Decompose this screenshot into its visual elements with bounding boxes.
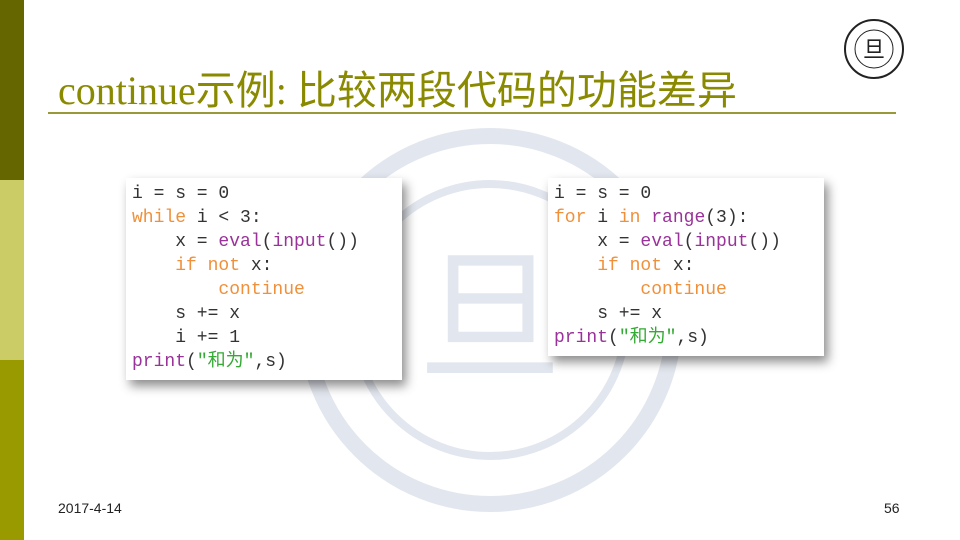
code-token: x: xyxy=(240,256,273,276)
code-token: continue xyxy=(640,280,727,300)
title-underline xyxy=(48,112,896,114)
code-token: print xyxy=(554,328,609,348)
code-line: while i < 3: xyxy=(132,206,396,230)
code-token: i xyxy=(586,208,619,228)
code-line: if not x: xyxy=(132,254,396,278)
code-line: s += x xyxy=(554,302,818,326)
code-token: in xyxy=(618,208,641,228)
code-token: while xyxy=(132,208,187,228)
side-bar-bottom xyxy=(0,360,24,540)
code-block-for: i = s = 0 for i in range(3): x = eval(inp… xyxy=(548,178,824,356)
slide-title: continue示例: 比较两段代码的功能差异 xyxy=(58,68,737,113)
code-token: x = xyxy=(554,232,641,252)
code-token: if not xyxy=(597,256,663,276)
code-token: i += 1 xyxy=(132,328,241,348)
code-token: x: xyxy=(662,256,695,276)
code-line: s += x xyxy=(132,302,396,326)
code-token: input xyxy=(272,232,327,252)
code-token: for xyxy=(554,208,587,228)
code-token: ,s) xyxy=(676,328,709,348)
code-token: ( xyxy=(608,328,619,348)
code-token: i < 3: xyxy=(186,208,262,228)
code-token: if not xyxy=(175,256,241,276)
fudan-university-logo: 旦 xyxy=(844,19,904,79)
code-line: i += 1 xyxy=(132,326,396,350)
code-line: print("和为",s) xyxy=(132,350,396,374)
code-token: "和为" xyxy=(196,352,255,372)
code-token: s += x xyxy=(132,304,241,324)
code-token: i = s = 0 xyxy=(554,184,652,204)
code-token: x = xyxy=(132,232,219,252)
code-token: eval xyxy=(218,232,262,252)
code-token: ,s) xyxy=(254,352,287,372)
slide-date: 2017-4-14 xyxy=(58,500,122,516)
code-line: for i in range(3): xyxy=(554,206,818,230)
code-line: continue xyxy=(554,278,818,302)
code-token: "和为" xyxy=(618,328,677,348)
code-line: i = s = 0 xyxy=(554,182,818,206)
code-token: print xyxy=(132,352,187,372)
code-token: ()) xyxy=(748,232,781,252)
code-token: continue xyxy=(218,280,305,300)
code-line: continue xyxy=(132,278,396,302)
svg-text:旦: 旦 xyxy=(418,238,562,399)
code-token: ( xyxy=(683,232,695,252)
side-bar-middle xyxy=(0,180,24,360)
code-line: if not x: xyxy=(554,254,818,278)
code-token: eval xyxy=(640,232,684,252)
code-line: x = eval(input()) xyxy=(554,230,818,254)
code-line: x = eval(input()) xyxy=(132,230,396,254)
code-token: (3): xyxy=(705,208,749,228)
code-token: input xyxy=(694,232,749,252)
code-line: i = s = 0 xyxy=(132,182,396,206)
code-block-while: i = s = 0 while i < 3: x = eval(input()) … xyxy=(126,178,402,380)
code-token: s += x xyxy=(554,304,663,324)
code-token: ()) xyxy=(326,232,359,252)
code-token: ( xyxy=(261,232,273,252)
code-token: range xyxy=(651,208,706,228)
slide-number: 56 xyxy=(884,500,900,516)
svg-text:旦: 旦 xyxy=(863,37,885,62)
side-bar-top xyxy=(0,0,24,180)
code-token: i = s = 0 xyxy=(132,184,230,204)
code-line: print("和为",s) xyxy=(554,326,818,350)
code-token: ( xyxy=(186,352,197,372)
